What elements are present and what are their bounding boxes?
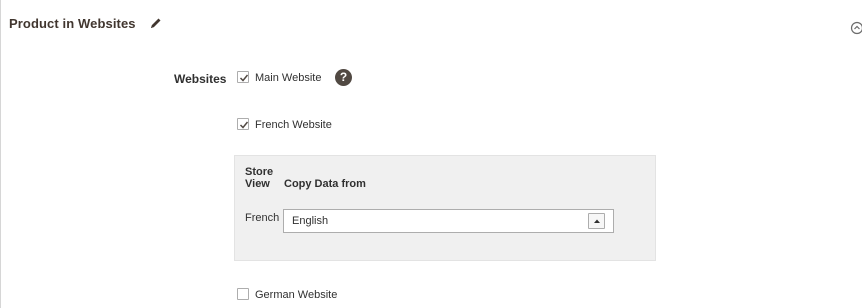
section-title: Product in Websites [9,16,136,31]
websites-label: Websites [174,72,227,86]
header-copy-data-from: Copy Data from [284,178,366,190]
main-website-checkbox[interactable] [237,71,249,83]
collapse-circle-icon[interactable] [850,21,862,35]
copy-data-from-select[interactable]: English [283,209,614,233]
store-view-copy-table: Store View Copy Data from French English [234,155,656,261]
product-in-websites-section: Product in Websites Websites Main Websit… [0,0,862,308]
french-website-checkbox[interactable] [237,118,249,130]
main-website-label[interactable]: Main Website [255,72,321,84]
copy-data-from-value: English [292,215,329,227]
german-website-label[interactable]: German Website [255,289,337,301]
header-store: Store [245,166,274,178]
dropdown-arrow-icon[interactable] [588,213,605,229]
store-view-name: French [245,212,280,224]
german-website-checkbox[interactable] [237,288,249,300]
section-header[interactable]: Product in Websites [1,0,862,44]
french-website-label[interactable]: French Website [255,119,332,131]
header-view: View [245,178,270,190]
help-icon[interactable]: ? [335,69,352,86]
pencil-icon[interactable] [149,16,163,30]
